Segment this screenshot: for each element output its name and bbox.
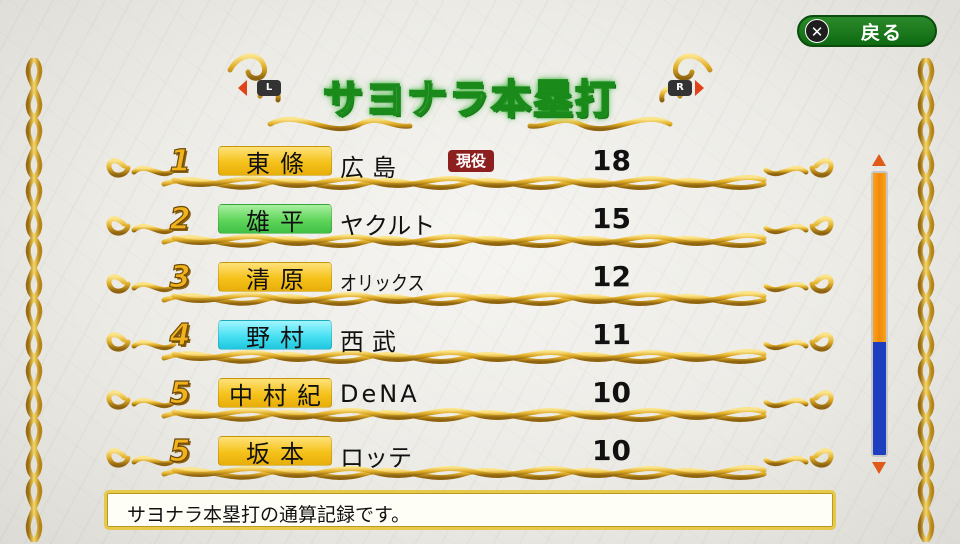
team-name: ヤクルト xyxy=(340,212,436,240)
message-box: サヨナラ本塁打の通算記録です。 xyxy=(104,490,836,530)
player-name: 坂本 xyxy=(246,439,314,468)
team-name: 広島 xyxy=(340,154,404,182)
back-button-label: 戻る xyxy=(861,21,904,44)
right-gold-ornament xyxy=(917,58,935,542)
player-name: 中村紀 xyxy=(229,381,331,410)
l-button[interactable]: L xyxy=(257,80,281,96)
row-gold-ornament xyxy=(106,216,834,248)
rank-number: 5 xyxy=(169,375,191,411)
home-run-count: 18 xyxy=(592,144,631,177)
back-button[interactable]: ✕ 戻る xyxy=(797,15,937,47)
scrollbar-track[interactable] xyxy=(871,171,888,457)
list-item[interactable]: 5 中村紀 DeNA 10 xyxy=(104,372,836,430)
row-gold-ornament xyxy=(106,332,834,364)
home-run-count: 11 xyxy=(592,318,631,351)
title-banner: サヨナラ本塁打 xyxy=(220,48,720,144)
scrollbar-thumb[interactable] xyxy=(873,173,886,343)
player-name: 野村 xyxy=(246,323,314,352)
list-item[interactable]: 4 野村 西武 11 xyxy=(104,314,836,372)
player-name-plate: 東條 xyxy=(218,146,332,178)
rank-number: 1 xyxy=(169,143,191,179)
list-item[interactable]: 1 東條 広島 現役 18 xyxy=(104,140,836,198)
player-name: 東條 xyxy=(246,149,314,178)
player-name-plate: 中村紀 xyxy=(218,378,332,410)
screen-title: サヨナラ本塁打 xyxy=(322,76,617,124)
row-gold-ornament xyxy=(106,390,834,422)
team-name: オリックス xyxy=(340,271,425,295)
message-text: サヨナラ本塁打の通算記録です。 xyxy=(127,504,411,526)
rank-number: 5 xyxy=(169,433,191,469)
player-name: 雄平 xyxy=(246,207,314,236)
scroll-up-arrow-icon[interactable] xyxy=(872,154,886,166)
home-run-count: 10 xyxy=(592,376,631,409)
r-arrow-icon[interactable] xyxy=(695,80,704,96)
player-name-plate: 野村 xyxy=(218,320,332,352)
player-name-plate: 清原 xyxy=(218,262,332,294)
active-badge: 現役 xyxy=(448,150,494,172)
rank-number: 4 xyxy=(169,317,191,353)
list-item[interactable]: 5 坂本 ロッテ 10 xyxy=(104,430,836,488)
home-run-count: 12 xyxy=(592,260,631,293)
list-item[interactable]: 2 雄平 ヤクルト 15 xyxy=(104,198,836,256)
team-name: ロッテ xyxy=(340,444,412,472)
player-name: 清原 xyxy=(246,265,314,294)
rank-number: 2 xyxy=(169,201,191,237)
left-gold-ornament xyxy=(25,58,43,542)
team-name: DeNA xyxy=(340,380,420,408)
team-name: 西武 xyxy=(340,328,404,356)
home-run-count: 15 xyxy=(592,202,631,235)
home-run-count: 10 xyxy=(592,434,631,467)
x-button-icon: ✕ xyxy=(805,19,829,43)
list-item[interactable]: 3 清原 オリックス 12 xyxy=(104,256,836,314)
player-name-plate: 雄平 xyxy=(218,204,332,236)
row-gold-ornament xyxy=(106,274,834,306)
l-arrow-icon[interactable] xyxy=(238,80,247,96)
player-name-plate: 坂本 xyxy=(218,436,332,468)
scroll-down-arrow-icon[interactable] xyxy=(872,462,886,474)
row-gold-ornament xyxy=(106,448,834,480)
r-button[interactable]: R xyxy=(668,80,692,96)
rank-number: 3 xyxy=(169,259,191,295)
